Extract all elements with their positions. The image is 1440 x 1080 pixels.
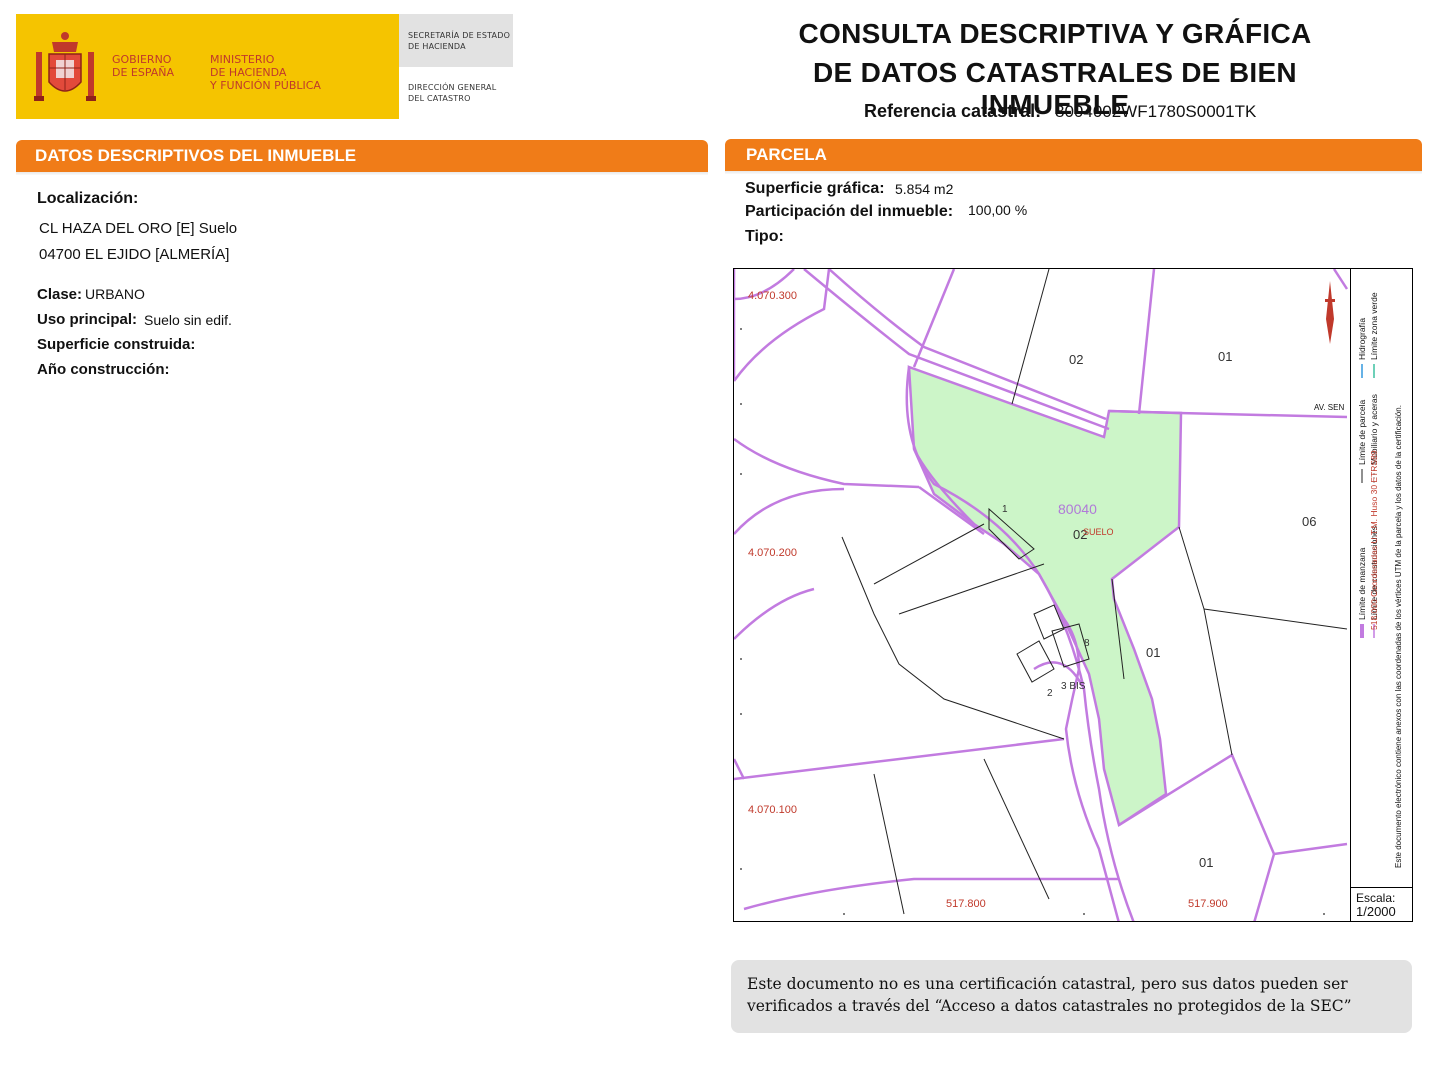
coord-label: 4.070.100 [748, 804, 797, 816]
logo-direccion-line2: DEL CATASTRO [408, 94, 471, 103]
logo-ministerio-line3: Y FUNCIÓN PÚBLICA [210, 79, 321, 92]
logo-secretaria-line2: DE HACIENDA [408, 42, 466, 51]
gobierno-logo-block: GOBIERNO DE ESPAÑA MINISTERIO DE HACIEND… [16, 14, 399, 119]
superficie-construida-label: Superficie construida: [37, 336, 196, 353]
parcel-number: 02 [1069, 352, 1083, 367]
legend-coordinates: 518.000 Coordenadas U.T.M. Huso 30 ETRS8… [1369, 450, 1379, 630]
tipo-label: Tipo: [745, 228, 784, 245]
uso-principal-label: Uso principal: [37, 311, 138, 328]
legend-zona-verde: Límite zona verde [1369, 292, 1379, 360]
parcel-number: 01 [1146, 645, 1160, 660]
coord-label: 4.070.300 [748, 290, 797, 302]
legend-canvas: Límite de manzana Límite de parcela Hidr… [1357, 292, 1403, 868]
logo-espana-text: DE ESPAÑA [112, 66, 175, 79]
parcel-number: 06 [1302, 514, 1316, 529]
legend-parcela: Límite de parcela [1357, 400, 1367, 465]
house-number: 1 [1002, 504, 1008, 515]
datos-descriptivos-header: DATOS DESCRIPTIVOS DEL INMUEBLE [16, 140, 708, 172]
house-number: 3 BIS [1061, 681, 1086, 692]
scale-label: Escala: [1356, 891, 1396, 905]
scale-value: 1/2000 [1356, 904, 1396, 919]
anio-construccion-label: Año construcción: [37, 361, 170, 378]
referencia-value: 8004002WF1780S0001TK [1055, 102, 1257, 121]
clase-value: URBANO [85, 286, 145, 302]
cadastral-map[interactable]: 4.070.300 4.070.200 4.070.100 517.800 51… [733, 268, 1413, 922]
parcel-number: 01 [1218, 349, 1232, 364]
participacion-label: Participación del inmueble: [745, 203, 954, 220]
parcela-header: PARCELA [725, 139, 1422, 171]
page-title-line1: CONSULTA DESCRIPTIVA Y GRÁFICA [798, 18, 1312, 49]
house-number: 2 [1047, 688, 1053, 699]
secretaria-logo-block: SECRETARÍA DE ESTADO DE HACIENDA [399, 14, 513, 67]
map-canvas: 4.070.300 4.070.200 4.070.100 517.800 51… [734, 269, 1349, 921]
coord-label: 4.070.200 [748, 547, 797, 559]
uso-principal-value: Suelo sin edif. [144, 312, 232, 328]
logo-direccion-line1: DIRECCIÓN GENERAL [408, 83, 497, 92]
superficie-grafica-value: 5.854 m2 [895, 181, 954, 197]
address-line1: CL HAZA DEL ORO [E] Suelo [39, 220, 238, 237]
coord-label: 517.900 [1188, 898, 1228, 910]
logo-gobierno-text: GOBIERNO [112, 53, 172, 66]
section-divider [725, 171, 1422, 174]
north-arrow-icon [1325, 281, 1335, 344]
address-line2: 04700 EL EJIDO [ALMERÍA] [39, 246, 230, 263]
section-divider [16, 172, 708, 175]
suelo-label: SUELO [1083, 527, 1114, 537]
referencia-label: Referencia catastral: [864, 101, 1042, 121]
street-label: AV. SEN [1314, 403, 1344, 412]
participacion-value: 100,00 % [968, 202, 1028, 218]
manzana-label: 80040 [1058, 501, 1097, 517]
logo-ministerio-line1: MINISTERIO [210, 53, 275, 66]
logo-ministerio-line2: DE HACIENDA [210, 66, 287, 79]
localizacion-label: Localización: [37, 190, 139, 207]
coord-label: 517.800 [946, 898, 986, 910]
scale-box: Escala: 1/2000 [1350, 887, 1413, 922]
parcel-number: 01 [1199, 855, 1213, 870]
legend-manzana: Límite de manzana [1357, 547, 1367, 620]
house-number: 8 [1084, 638, 1090, 649]
superficie-grafica-label: Superficie gráfica: [745, 180, 885, 197]
coat-of-arms-icon [34, 32, 96, 101]
legend-hidrografia: Hidrografía [1357, 318, 1367, 360]
clase-label: Clase: [37, 286, 83, 303]
footer-note: Este documento no es una certificación c… [731, 960, 1412, 1033]
logo-secretaria-line1: SECRETARÍA DE ESTADO [408, 31, 511, 40]
legend-disclaimer: Este documento electrónico contiene anex… [1394, 405, 1403, 868]
map-legend: Límite de manzana Límite de parcela Hidr… [1350, 268, 1413, 888]
